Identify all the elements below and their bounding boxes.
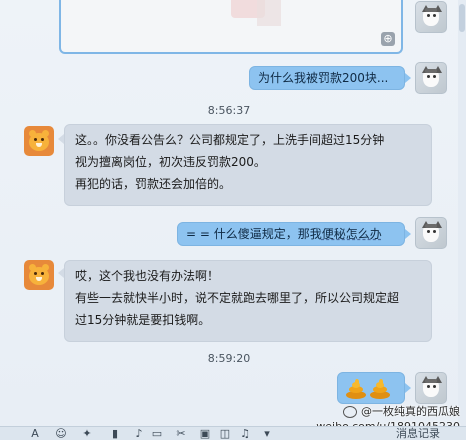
avatar-self[interactable] — [415, 372, 447, 404]
avatar-contact[interactable] — [24, 126, 54, 156]
avatar-self[interactable] — [415, 1, 447, 33]
incoming-message[interactable]: 哎，这个我也没有办法啊！ 有些一去就快半小时，说不定就跑去哪里了，所以公司规定超… — [64, 260, 432, 342]
avatar-contact[interactable] — [24, 260, 54, 290]
file-icon[interactable]: ▣ — [198, 428, 212, 440]
poop-emoji-icon — [345, 376, 367, 400]
music-icon[interactable]: ♫ — [238, 428, 252, 440]
message-text: 为什么我被罚款200块... — [258, 71, 389, 85]
poop-emoji-icon — [369, 376, 391, 400]
message-text-underlined: 便秘怎么办 — [321, 227, 382, 241]
image-content-2 — [257, 0, 281, 26]
avatar-self[interactable] — [415, 217, 447, 249]
message-line: 哎，这个我也没有办法啊！ — [75, 269, 220, 283]
message-text: = = 什么傻逼规定，那我 — [186, 227, 322, 241]
bubble-tail — [405, 383, 411, 393]
message-line: 过15分钟就是要扣钱啊。 — [75, 313, 211, 327]
zoom-in-icon[interactable]: ⊕ — [381, 32, 395, 46]
avatar-self[interactable] — [415, 62, 447, 94]
outgoing-message[interactable]: 为什么我被罚款200块... — [249, 66, 405, 90]
more-icon[interactable]: ▾ — [260, 428, 274, 440]
image-icon[interactable]: ▭ — [150, 428, 164, 440]
emoji-icon[interactable]: ☺ — [54, 428, 68, 440]
voice-icon[interactable]: ♪ — [132, 428, 146, 440]
timestamp: 8:59:20 — [207, 352, 251, 365]
timestamp: 8:56:37 — [207, 104, 251, 117]
message-line: 这。。你没看公告么？公司都规定了，上洗手间超过15分钟 — [75, 133, 385, 147]
screenshot-icon[interactable]: ✂ — [174, 428, 188, 440]
message-line: 再犯的话，罚款还会加倍的。 — [75, 177, 232, 191]
bubble-tail — [405, 229, 411, 239]
shake-icon[interactable]: ▮ — [108, 428, 122, 440]
font-icon[interactable]: A — [28, 428, 42, 440]
outgoing-message[interactable]: = = 什么傻逼规定，那我便秘怎么办 — [177, 222, 405, 246]
input-toolbar: A ☺ ✦ ▮ ♪ ▭ ✂ ▣ ◫ ♫ ▾ 消息记录 — [0, 426, 466, 440]
watermark-name: 一枚纯真的西瓜娘 — [372, 405, 460, 418]
incoming-message[interactable]: 这。。你没看公告么？公司都规定了，上洗手间超过15分钟 视为擅离岗位，初次违反罚… — [64, 124, 432, 206]
image-message[interactable]: ⊕ — [59, 0, 403, 54]
message-line: 视为擅离岗位，初次违反罚款200。 — [75, 155, 266, 169]
gift-icon[interactable]: ◫ — [218, 428, 232, 440]
chat-panel: ⊕ 为什么我被罚款200块... 8:56:37 这。。你没看公告么？公司都规定… — [0, 0, 459, 426]
bubble-tail — [405, 73, 411, 83]
message-line: 有些一去就快半小时，说不定就跑去哪里了，所以公司规定超 — [75, 291, 400, 305]
magic-icon[interactable]: ✦ — [80, 428, 94, 440]
scrollbar[interactable] — [458, 0, 466, 426]
outgoing-sticker-message[interactable] — [337, 372, 405, 404]
scrollbar-thumb[interactable] — [459, 4, 465, 32]
message-history-button[interactable]: 消息记录 — [396, 428, 456, 440]
weibo-logo-icon — [343, 406, 357, 418]
